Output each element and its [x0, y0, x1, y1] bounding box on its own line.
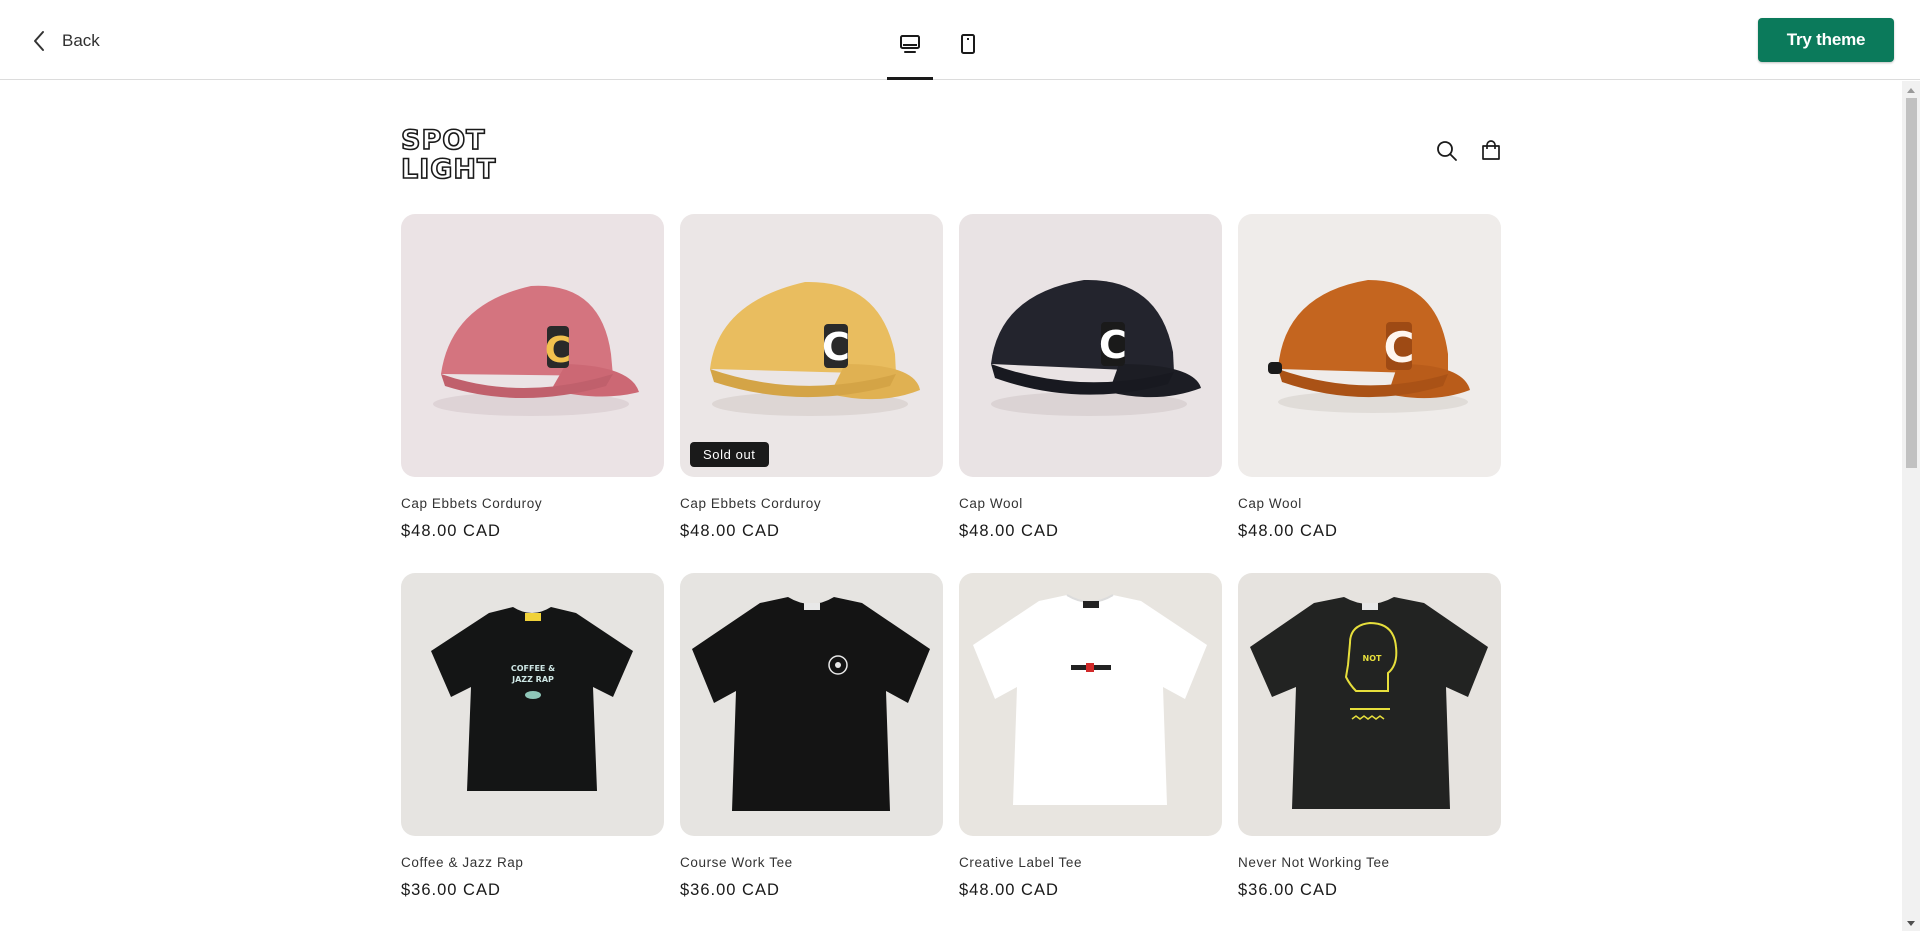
product-title[interactable]: Cap Wool [1238, 496, 1501, 512]
product-title[interactable]: Course Work Tee [680, 855, 943, 871]
product-price: $36.00 CAD [1238, 881, 1338, 899]
search-icon [1437, 141, 1457, 161]
product-image[interactable]: C [401, 214, 664, 477]
svg-text:SPOT: SPOT [401, 125, 486, 156]
try-theme-button[interactable]: Try theme [1758, 18, 1894, 62]
svg-text:NOT: NOT [1363, 654, 1382, 663]
scrollbar-thumb[interactable] [1906, 98, 1917, 468]
product-card[interactable]: Creative Label Tee $48.00 CAD [959, 573, 1222, 900]
svg-text:C: C [1384, 323, 1415, 372]
black-tee-image: NOT [1238, 573, 1501, 836]
product-price: $48.00 CAD [959, 522, 1059, 540]
product-price: $48.00 CAD [959, 881, 1059, 899]
product-title[interactable]: Never Not Working Tee [1238, 855, 1501, 871]
desktop-preview-tab[interactable] [887, 24, 933, 80]
black-tee-image [680, 573, 943, 836]
product-image[interactable]: C [1238, 214, 1501, 477]
desktop-icon [900, 35, 920, 53]
pink-cap-image: C [401, 214, 664, 477]
cart-icon [1482, 140, 1500, 160]
scroll-up-arrow[interactable] [1907, 88, 1915, 93]
product-card[interactable]: NOT Never Not Working Tee $36.00 CAD [1238, 573, 1501, 900]
product-card[interactable]: C Cap Wool $48.00 CAD [959, 214, 1222, 541]
product-title[interactable]: Cap Ebbets Corduroy [401, 496, 664, 512]
product-image[interactable] [959, 573, 1222, 836]
black-tee-image: COFFEE & JAZZ RAP [401, 573, 664, 836]
product-title[interactable]: Cap Wool [959, 496, 1222, 512]
product-grid: C Cap Ebbets Corduroy $48.00 CAD C Sold … [401, 214, 1503, 900]
product-card[interactable]: Course Work Tee $36.00 CAD [680, 573, 943, 900]
svg-text:COFFEE &: COFFEE & [511, 664, 555, 673]
mobile-icon [961, 34, 975, 54]
svg-text:JAZZ RAP: JAZZ RAP [511, 675, 554, 684]
white-tee-image [959, 573, 1222, 836]
product-price: $48.00 CAD [680, 522, 780, 540]
product-image[interactable]: C [959, 214, 1222, 477]
device-switcher [887, 24, 991, 80]
product-image[interactable]: NOT [1238, 573, 1501, 836]
search-button[interactable] [1432, 136, 1462, 166]
back-button[interactable]: Back [30, 26, 100, 56]
product-card[interactable]: C Sold out Cap Ebbets Corduroy $48.00 CA… [680, 214, 943, 541]
svg-text:C: C [1099, 323, 1127, 367]
scroll-down-arrow[interactable] [1907, 921, 1915, 926]
product-card[interactable]: C Cap Wool $48.00 CAD [1238, 214, 1501, 541]
product-price: $48.00 CAD [1238, 522, 1338, 540]
svg-text:LIGHT: LIGHT [401, 154, 496, 181]
back-label: Back [62, 31, 100, 50]
product-card[interactable]: COFFEE & JAZZ RAP Coffee & Jazz Rap $36.… [401, 573, 664, 900]
product-title[interactable]: Coffee & Jazz Rap [401, 855, 664, 871]
chevron-left-icon [34, 31, 44, 51]
preview-toolbar: Back Try theme [0, 0, 1920, 80]
orange-cap-image: C [1238, 214, 1501, 477]
store-preview: SPOT LIGHT C Cap Ebbets Corduroy $48.00 … [0, 81, 1902, 931]
svg-text:C: C [545, 330, 571, 371]
product-title[interactable]: Cap Ebbets Corduroy [680, 496, 943, 512]
product-image[interactable]: COFFEE & JAZZ RAP [401, 573, 664, 836]
product-title[interactable]: Creative Label Tee [959, 855, 1222, 871]
sold-out-badge: Sold out [690, 442, 769, 467]
product-price: $36.00 CAD [401, 881, 501, 899]
cart-button[interactable] [1476, 136, 1506, 166]
store-logo[interactable]: SPOT LIGHT [401, 125, 526, 181]
black-cap-image: C [959, 214, 1222, 477]
vertical-scrollbar[interactable] [1902, 81, 1920, 931]
mobile-preview-tab[interactable] [945, 24, 991, 80]
svg-text:C: C [822, 325, 850, 369]
product-card[interactable]: C Cap Ebbets Corduroy $48.00 CAD [401, 214, 664, 541]
product-image[interactable] [680, 573, 943, 836]
product-price: $48.00 CAD [401, 522, 501, 540]
product-image[interactable]: C Sold out [680, 214, 943, 477]
yellow-cap-image: C [680, 214, 943, 477]
product-price: $36.00 CAD [680, 881, 780, 899]
